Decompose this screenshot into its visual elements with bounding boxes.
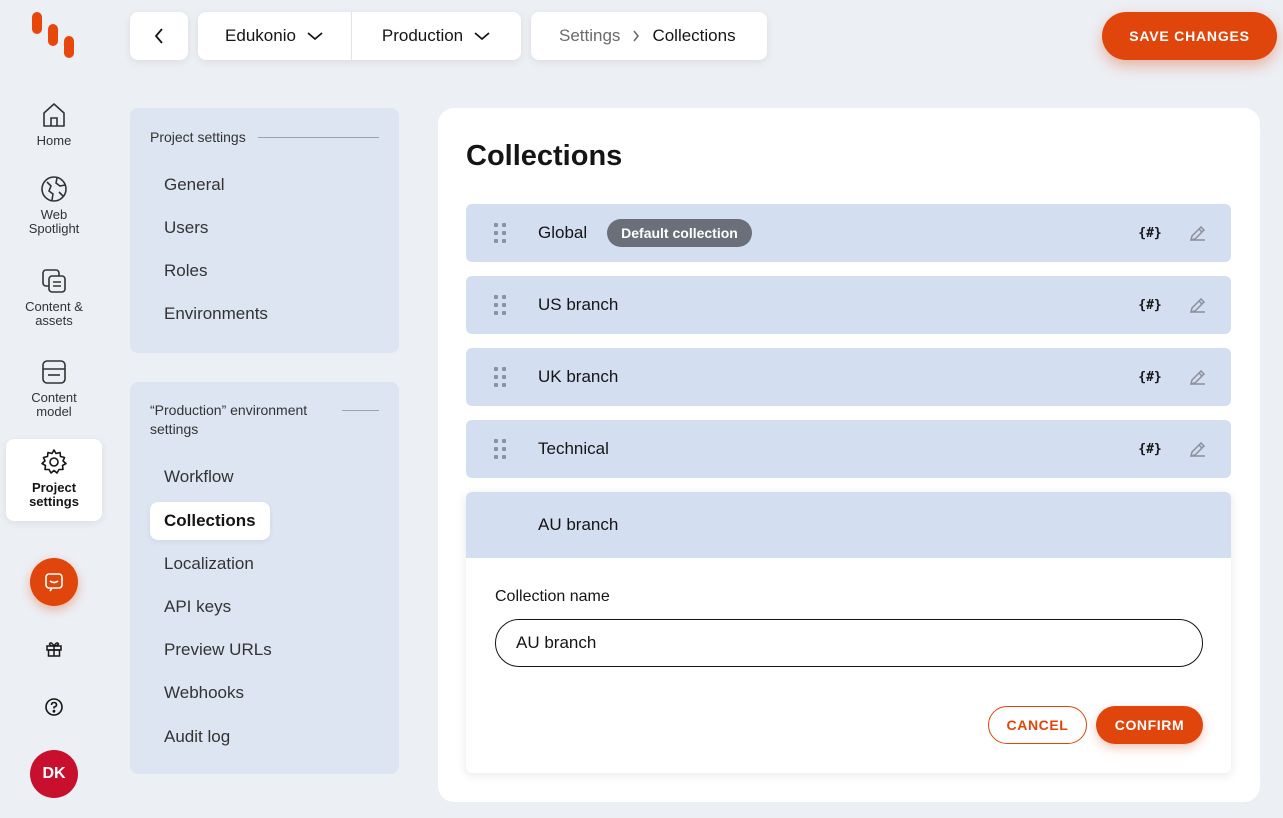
chevron-down-icon [307, 32, 323, 41]
chevron-left-icon [154, 28, 163, 44]
divider [257, 137, 379, 138]
codename-icon[interactable]: {#} [1138, 222, 1161, 244]
pencil-icon [1189, 297, 1206, 314]
pencil-icon [1189, 225, 1206, 242]
collection-name-label: Collection name [495, 588, 610, 605]
confirm-button[interactable]: CONFIRM [1096, 706, 1203, 744]
environment-settings-nav: “Production” environment settings Workfl… [130, 382, 399, 774]
collection-row[interactable]: US branch {#} [466, 276, 1231, 334]
drag-handle-icon[interactable] [494, 439, 506, 459]
nav-item-webhooks[interactable]: Webhooks [150, 674, 258, 712]
nav-item-localization[interactable]: Localization [150, 545, 268, 583]
collection-row[interactable]: Global Default collection {#} [466, 204, 1231, 262]
page-title: Collections [466, 140, 623, 172]
collection-name-input[interactable] [495, 619, 1203, 667]
nav-section-title: “Production” environment settings [150, 402, 308, 437]
environment-switcher[interactable]: Production [352, 12, 521, 60]
rail-item-content-assets[interactable]: Content & assets [6, 266, 102, 348]
collection-name: UK branch [538, 367, 619, 386]
breadcrumb-current: Collections [652, 26, 736, 45]
avatar[interactable]: DK [30, 750, 78, 798]
save-changes-button[interactable]: SAVE CHANGES [1102, 12, 1277, 60]
divider [342, 410, 379, 411]
gear-icon [41, 449, 67, 474]
chat-icon [45, 573, 63, 592]
pencil-icon [1189, 369, 1206, 386]
collection-name: US branch [538, 295, 619, 314]
app-logo[interactable] [30, 12, 78, 60]
nav-section-title: Project settings [150, 129, 246, 145]
nav-item-workflow[interactable]: Workflow [150, 458, 248, 496]
rail-item-project-settings[interactable]: Project settings [6, 439, 102, 521]
collection-name: Global [538, 223, 588, 242]
rail-item-label: Content & assets [25, 299, 83, 328]
codename-icon[interactable]: {#} [1138, 294, 1161, 316]
nav-item-audit-log[interactable]: Audit log [150, 718, 244, 756]
nav-item-collections[interactable]: Collections [150, 502, 270, 540]
project-environment-switcher: Edukonio Production [198, 12, 521, 60]
breadcrumb: Settings Collections [531, 12, 767, 60]
rail-item-label: Home [36, 133, 72, 148]
help-icon [45, 698, 63, 716]
rail-item-content-model[interactable]: Content model [6, 357, 102, 439]
drag-handle-icon[interactable] [494, 223, 506, 243]
nav-section-header: “Production” environment settings [130, 382, 399, 439]
breadcrumb-settings[interactable]: Settings [559, 26, 620, 46]
drag-handle-icon[interactable] [494, 295, 506, 315]
nav-item-preview-urls[interactable]: Preview URLs [150, 631, 286, 669]
edit-button[interactable] [1187, 438, 1209, 460]
project-name: Edukonio [225, 26, 296, 45]
collection-name: AU branch [538, 515, 619, 534]
codename-icon[interactable]: {#} [1138, 438, 1161, 460]
edit-button[interactable] [1187, 222, 1209, 244]
edit-button[interactable] [1187, 366, 1209, 388]
home-icon [43, 103, 65, 127]
default-collection-badge: Default collection [607, 219, 752, 247]
gift-icon [46, 642, 62, 657]
rail-item-label: Content model [31, 390, 77, 419]
collection-edit-card: AU branch Collection name CANCEL CONFIRM [466, 492, 1231, 773]
edit-card-header: AU branch [466, 492, 1231, 558]
chevron-down-icon [474, 32, 490, 41]
nav-item-api-keys[interactable]: API keys [150, 588, 245, 626]
rail-item-home[interactable]: Home [6, 100, 102, 182]
project-switcher[interactable]: Edukonio [198, 12, 352, 60]
help-button[interactable] [42, 695, 66, 719]
project-settings-nav: Project settings General Users Roles Env… [130, 108, 399, 353]
nav-item-roles[interactable]: Roles [150, 252, 221, 290]
content-icon [42, 269, 66, 293]
avatar-initials: DK [42, 765, 66, 782]
codename-icon[interactable]: {#} [1138, 366, 1161, 388]
collection-row[interactable]: UK branch {#} [466, 348, 1231, 406]
cancel-button[interactable]: CANCEL [988, 706, 1087, 744]
rail-item-label: Web Spotlight [28, 207, 80, 236]
pencil-icon [1189, 441, 1206, 458]
drag-handle-icon[interactable] [494, 367, 506, 387]
back-button[interactable] [130, 12, 188, 60]
collection-name: Technical [538, 439, 609, 458]
model-icon [42, 360, 66, 384]
chevron-right-icon [633, 30, 640, 42]
left-rail: Home Web Spotlight Content & assets Cont… [0, 0, 107, 818]
globe-icon [41, 176, 67, 202]
collections-panel: Collections Global Default collection {#… [438, 108, 1260, 802]
edit-button[interactable] [1187, 294, 1209, 316]
nav-item-environments[interactable]: Environments [150, 295, 282, 333]
environment-name: Production [381, 26, 464, 45]
rail-item-label: Project settings [29, 480, 79, 509]
nav-section-header: Project settings [130, 108, 399, 147]
gift-button[interactable] [42, 637, 66, 661]
rail-item-web-spotlight[interactable]: Web Spotlight [6, 174, 102, 256]
nav-item-users[interactable]: Users [150, 209, 222, 247]
collection-row[interactable]: Technical {#} [466, 420, 1231, 478]
nav-item-general[interactable]: General [150, 166, 238, 204]
chat-button[interactable] [30, 558, 78, 606]
